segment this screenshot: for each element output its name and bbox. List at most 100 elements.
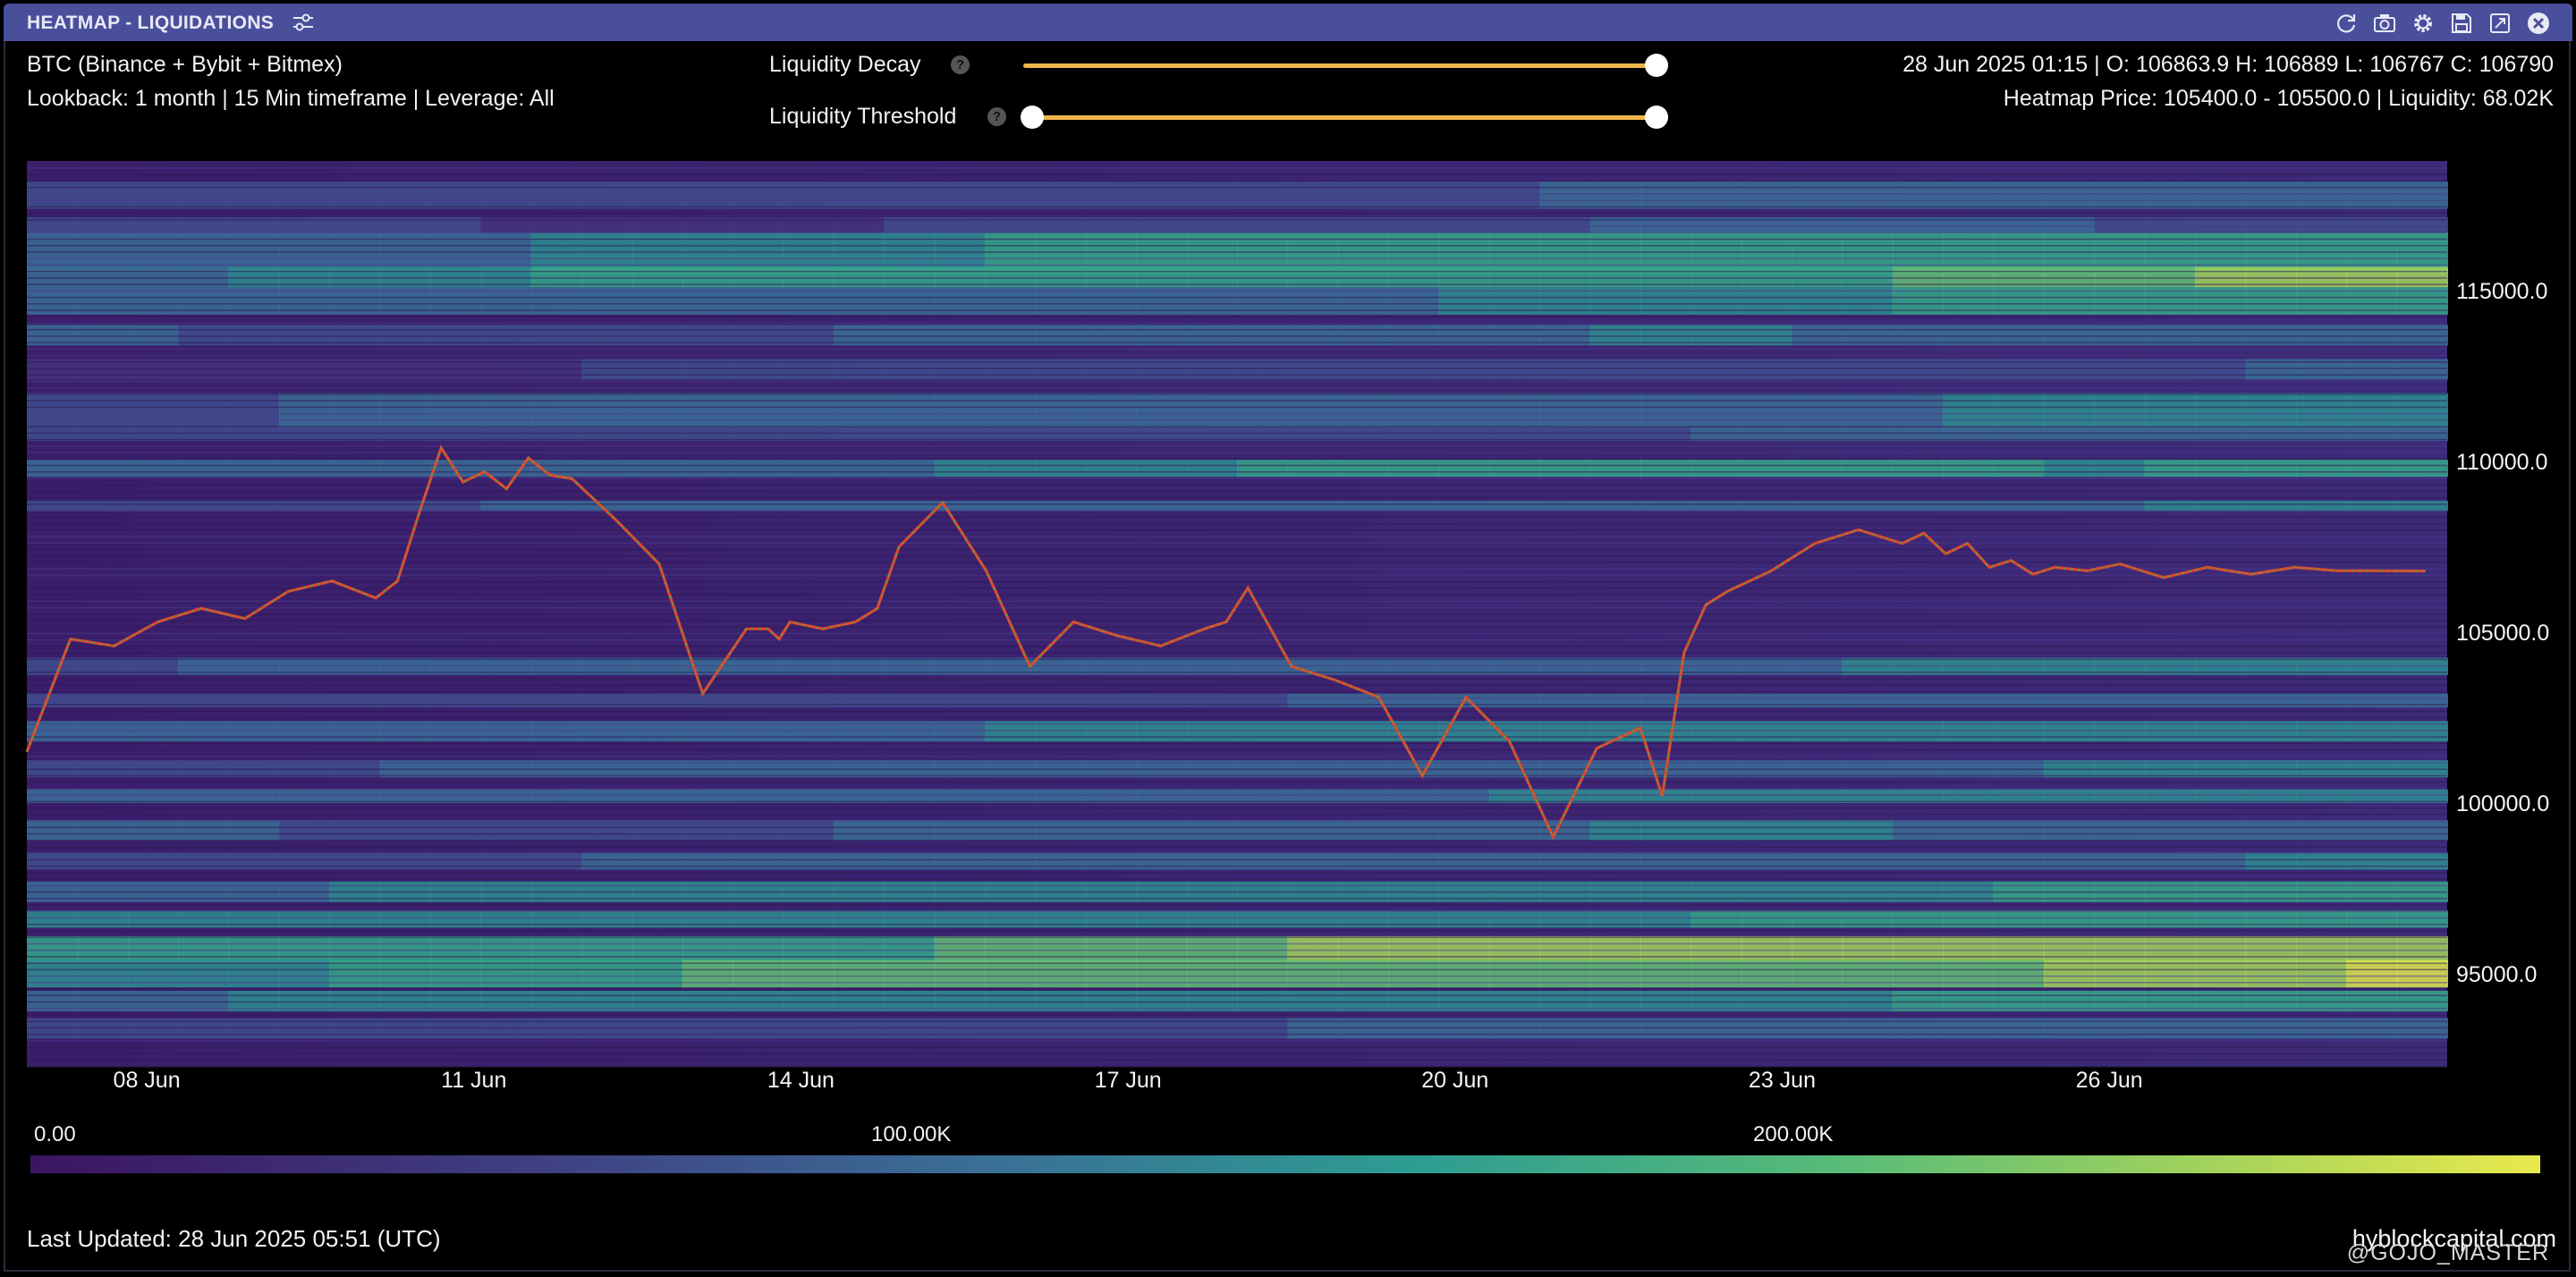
heatmap-cell	[1589, 460, 1641, 478]
heatmap-cell	[1690, 460, 1742, 478]
heatmap-row	[27, 826, 2447, 829]
heatmap-cell	[1237, 181, 1289, 209]
heatmap-cell	[329, 460, 381, 478]
heatmap-cell	[127, 910, 180, 928]
heatmap-cell	[1085, 910, 1138, 928]
heatmap-cell	[1892, 852, 1945, 870]
heatmap-cell	[379, 820, 431, 841]
heatmap-row	[27, 529, 2447, 531]
heatmap-cell	[985, 820, 1037, 841]
heatmap-cell	[2094, 460, 2146, 478]
heatmap-row	[27, 807, 2447, 809]
heatmap-cell	[1136, 960, 1188, 988]
heatmap-row	[27, 613, 2447, 615]
heatmap-cell	[733, 820, 784, 841]
heatmap-cell	[682, 393, 734, 427]
heatmap-cell	[178, 852, 230, 870]
heatmap-cell	[1085, 852, 1138, 870]
heatmap-cell	[278, 393, 331, 427]
heatmap-cell	[2195, 181, 2247, 209]
heatmap-cell	[1337, 820, 1390, 841]
heatmap-row	[27, 503, 2447, 505]
heatmap-cell	[1539, 500, 1591, 512]
heatmap-row	[27, 464, 2447, 467]
heatmap-cell	[430, 693, 482, 708]
heatmap-cell	[1589, 910, 1641, 928]
heatmap-cell	[2346, 910, 2398, 928]
heatmap-cell	[2195, 500, 2247, 512]
heatmap-row	[27, 684, 2447, 687]
heatmap-cell	[581, 181, 633, 209]
liquidation-heatmap-chart[interactable]: 115000.0110000.0105000.0100000.095000.0 …	[0, 0, 2576, 1109]
heatmap-cell	[1337, 181, 1390, 209]
heatmap-row	[27, 258, 2447, 259]
heatmap-row	[27, 781, 2447, 783]
heatmap-cell	[228, 460, 280, 478]
heatmap-cell	[581, 500, 633, 512]
heatmap-row	[27, 690, 2447, 693]
heatmap-cell	[2295, 852, 2348, 870]
heatmap-cell	[77, 960, 129, 988]
heatmap-cell	[278, 960, 331, 988]
heatmap-cell	[2044, 460, 2096, 478]
heatmap-row	[27, 1001, 2447, 1003]
heatmap-cell	[985, 960, 1037, 988]
heatmap-cell	[1892, 500, 1945, 512]
heatmap-cell	[1892, 693, 1945, 708]
heatmap-cell	[1287, 181, 1339, 209]
heatmap-cell	[329, 181, 381, 209]
heatmap-row	[27, 968, 2447, 971]
heatmap-row	[27, 904, 2447, 906]
heatmap-cell	[1943, 820, 1995, 841]
heatmap-cell	[530, 500, 583, 512]
heatmap-cell	[127, 460, 180, 478]
heatmap-cell	[379, 910, 431, 928]
heatmap-cell	[1237, 500, 1289, 512]
heatmap-area[interactable]	[27, 161, 2448, 1068]
heatmap-cell	[682, 852, 734, 870]
heatmap-cell	[2346, 693, 2398, 708]
heatmap-cell	[2245, 910, 2297, 928]
heatmap-cell	[1892, 960, 1945, 988]
heatmap-cell	[1237, 910, 1289, 928]
heatmap-row	[27, 186, 2447, 189]
heatmap-cell	[1186, 693, 1238, 708]
heatmap-cell	[1438, 181, 1490, 209]
heatmap-row	[27, 368, 2447, 369]
heatmap-row	[27, 510, 2447, 512]
heatmap-cell	[2396, 960, 2448, 988]
heatmap-cell	[1438, 393, 1490, 427]
heatmap-row	[27, 730, 2447, 732]
heatmap-row	[27, 322, 2447, 325]
heatmap-cell	[127, 960, 180, 988]
heatmap-cell	[27, 820, 79, 841]
heatmap-cell	[1993, 960, 2045, 988]
heatmap-cell	[2295, 910, 2348, 928]
heatmap-cell	[1640, 460, 1692, 478]
heatmap-cell	[1337, 460, 1390, 478]
heatmap-cell	[934, 960, 987, 988]
y-axis: 115000.0 110000.0 105000.0 100000.0 95000.0	[2456, 279, 2549, 987]
heatmap-cell	[2094, 181, 2146, 209]
heatmap-row	[27, 400, 2447, 402]
heatmap-cell	[127, 393, 180, 427]
heatmap-cell	[1388, 852, 1440, 870]
heatmap-cell	[1035, 460, 1087, 478]
heatmap-cell	[834, 910, 886, 928]
heatmap-cell	[2195, 960, 2247, 988]
heatmap-cell	[1993, 693, 2045, 708]
heatmap-cell	[1842, 852, 1894, 870]
heatmap-cell	[1438, 500, 1490, 512]
heatmap-cell	[27, 852, 79, 870]
heatmap-cell	[2295, 960, 2348, 988]
heatmap-cell	[2195, 393, 2247, 427]
heatmap-cell	[278, 181, 331, 209]
heatmap-cell	[631, 693, 683, 708]
heatmap-cell	[2245, 960, 2297, 988]
heatmap-cell	[2396, 693, 2448, 708]
heatmap-row	[27, 840, 2447, 841]
heatmap-cell	[1287, 852, 1339, 870]
heatmap-cell	[77, 460, 129, 478]
heatmap-cell	[2144, 910, 2197, 928]
heatmap-cell	[1993, 852, 2045, 870]
